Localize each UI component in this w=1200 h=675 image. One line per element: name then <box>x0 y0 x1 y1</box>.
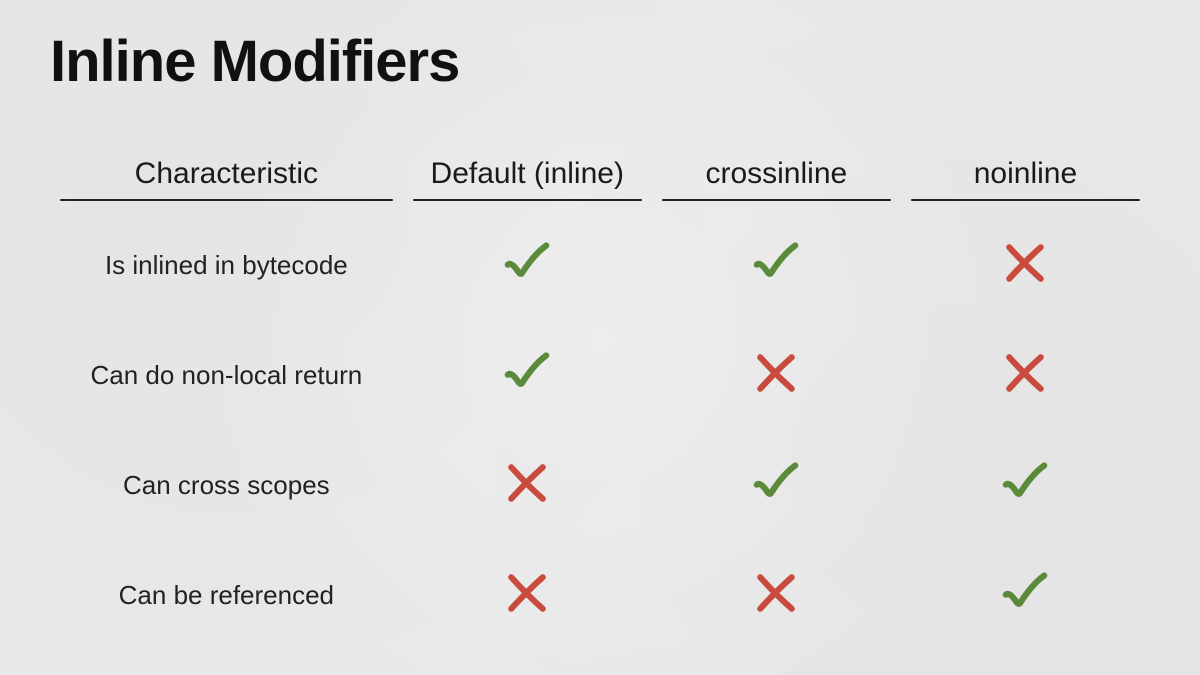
col-header-noinline: noinline <box>901 157 1150 201</box>
cross-icon <box>499 565 555 621</box>
row-label: Can be referenced <box>50 549 403 641</box>
cell <box>652 549 901 641</box>
cell <box>403 219 652 311</box>
cell <box>403 549 652 641</box>
check-icon <box>499 235 555 291</box>
cell <box>403 329 652 421</box>
col-header-label: Default (inline) <box>431 157 624 190</box>
table-row: Can cross scopes <box>50 439 1150 531</box>
cross-icon <box>997 345 1053 401</box>
check-icon <box>997 565 1053 621</box>
col-header-crossinline: crossinline <box>652 157 901 201</box>
row-label: Can cross scopes <box>50 439 403 531</box>
cell <box>901 549 1150 641</box>
table-row: Can do non-local return <box>50 329 1150 421</box>
cell <box>901 439 1150 531</box>
cell <box>652 329 901 421</box>
check-icon <box>997 455 1053 511</box>
col-header-label: noinline <box>974 157 1077 190</box>
col-header-label: crossinline <box>705 157 847 190</box>
modifiers-table: Characteristic Default (inline) crossinl… <box>50 139 1150 659</box>
check-icon <box>748 455 804 511</box>
table-row: Can be referenced <box>50 549 1150 641</box>
cross-icon <box>748 345 804 401</box>
col-header-default: Default (inline) <box>403 157 652 201</box>
cell <box>403 439 652 531</box>
cross-icon <box>748 565 804 621</box>
cell <box>652 439 901 531</box>
row-label: Can do non-local return <box>50 329 403 421</box>
col-header-characteristic: Characteristic <box>50 157 403 201</box>
table-row: Is inlined in bytecode <box>50 219 1150 311</box>
cross-icon <box>499 455 555 511</box>
cell <box>652 219 901 311</box>
cell <box>901 219 1150 311</box>
check-icon <box>748 235 804 291</box>
row-label: Is inlined in bytecode <box>50 219 403 311</box>
cross-icon <box>997 235 1053 291</box>
check-icon <box>499 345 555 401</box>
cell <box>901 329 1150 421</box>
col-header-label: Characteristic <box>135 157 318 190</box>
page-title: Inline Modifiers <box>50 28 1150 95</box>
